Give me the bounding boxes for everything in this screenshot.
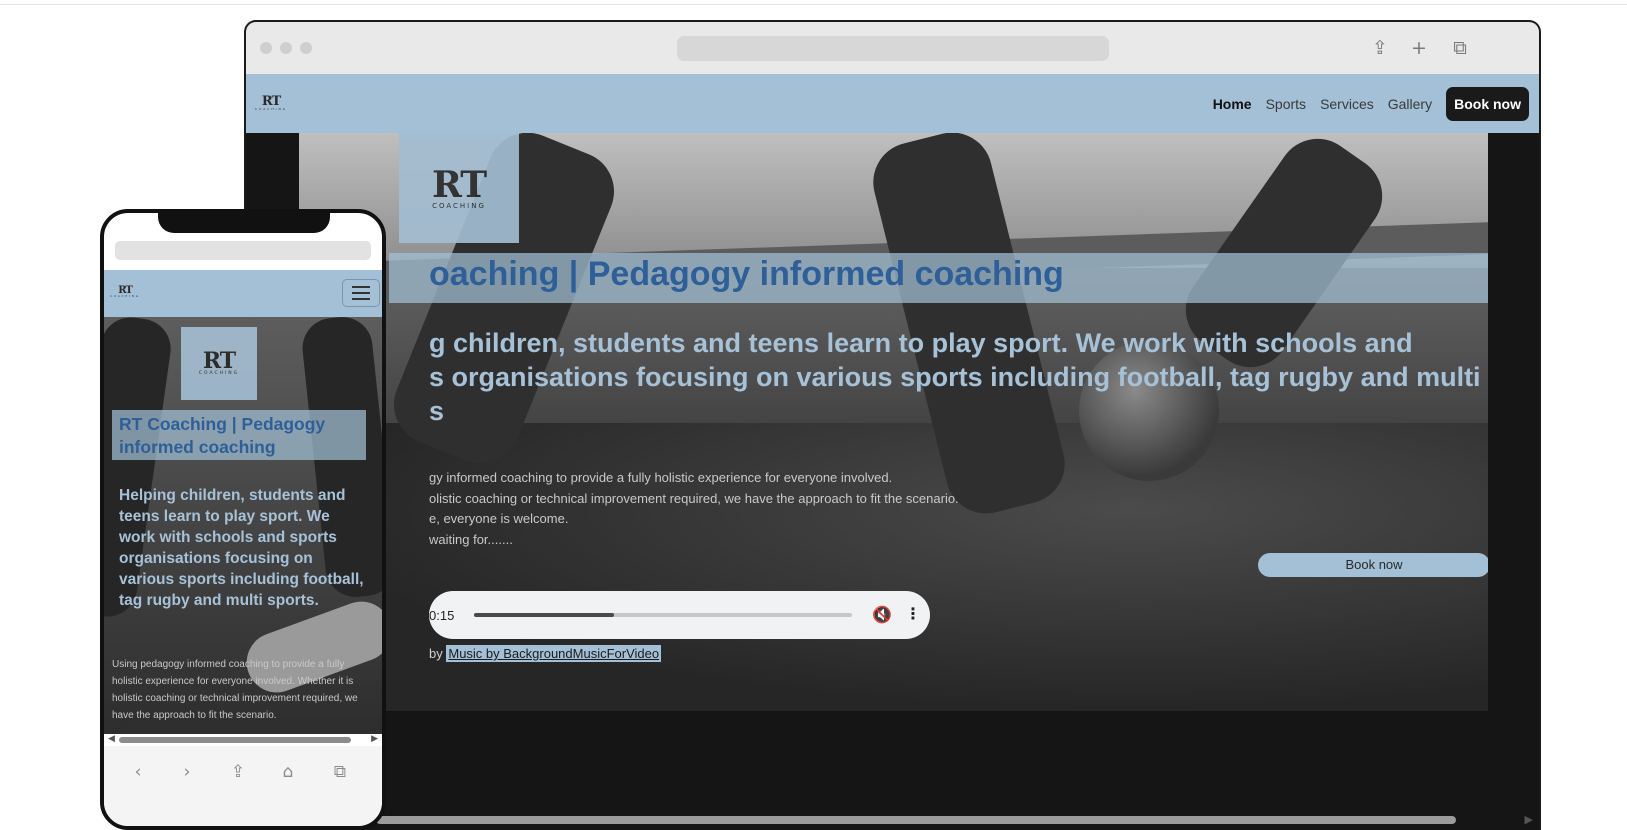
audio-player[interactable]: 0:15 🔇 ⋮	[429, 591, 930, 639]
hero-paragraph-line: e, everyone is welcome.	[429, 511, 569, 526]
horizontal-scrollbar[interactable]	[376, 816, 1456, 824]
phone-hero-title: RT Coaching | Pedagogy informed coaching	[119, 414, 326, 457]
new-tab-icon[interactable]: +	[1407, 36, 1431, 60]
phone-hero-section: RT COACHING RT Coaching | Pedagogy infor…	[104, 317, 382, 737]
scroll-left-arrow-icon[interactable]: ◀	[108, 734, 115, 744]
site-logo[interactable]: RT COACHING	[254, 92, 288, 114]
forward-icon[interactable]: ›	[175, 762, 199, 782]
phone-hero-logo-initials: RT	[202, 348, 236, 375]
hero-paragraph-line: waiting for.......	[429, 531, 513, 547]
hero-section: RT COACHING oaching | Pedagogy informed …	[299, 133, 1488, 711]
close-dot-icon[interactable]	[260, 42, 272, 54]
minimize-dot-icon[interactable]	[280, 42, 292, 54]
phone-notch	[158, 213, 330, 233]
nav-home[interactable]: Home	[1213, 96, 1252, 112]
hamburger-menu-icon[interactable]	[342, 279, 380, 307]
hero-logo-initials: RT	[431, 163, 487, 206]
desktop-browser-mockup: ⇪ + ⧉ RT COACHING Home Sports Services G…	[244, 20, 1541, 830]
nav-gallery[interactable]: Gallery	[1388, 96, 1432, 112]
audio-progress-fill	[474, 613, 614, 617]
phone-logo-subtitle: COACHING	[110, 294, 140, 298]
share-icon[interactable]: ⇪	[1368, 36, 1392, 60]
nav-sports[interactable]: Sports	[1266, 96, 1306, 112]
hero-paragraph-line: gy informed coaching to provide a fully …	[429, 470, 893, 485]
phone-site-logo[interactable]: RT COACHING	[110, 283, 140, 301]
phone-hero-logo: RT COACHING	[181, 327, 257, 400]
music-credit-prefix: by	[429, 646, 443, 661]
hero-paragraph: gy informed coaching to provide a fully …	[429, 468, 959, 550]
audio-progress-track[interactable]	[474, 613, 852, 617]
hero-logo: RT COACHING	[399, 133, 519, 243]
audio-time: 0:15	[429, 607, 455, 623]
hero-paragraph-line: olistic coaching or technical improvemen…	[429, 490, 959, 506]
maximize-dot-icon[interactable]	[300, 42, 312, 54]
hero-intro-line: s	[429, 396, 445, 426]
audio-more-options-icon[interactable]: ⋮	[905, 604, 921, 623]
nav-book-now-button[interactable]: Book now	[1446, 86, 1529, 121]
phone-mockup: RT COACHING RT COACHING RT Coaching | Pe…	[100, 209, 386, 830]
phone-horizontal-scrollbar[interactable]: ◀ ▶	[104, 734, 382, 746]
phone-scroll-thumb[interactable]	[119, 737, 351, 743]
music-credit-link[interactable]: Music by BackgroundMusicForVideo	[446, 645, 662, 662]
hero-intro-line: g children, students and teens learn to …	[429, 328, 1413, 358]
site-navbar: RT COACHING Home Sports Services Gallery…	[246, 74, 1539, 133]
phone-browser-toolbar: ‹ › ⇪ ⌂ ⧉	[104, 746, 382, 826]
tabs-icon[interactable]: ⧉	[1448, 36, 1472, 60]
hero-title: oaching | Pedagogy informed coaching	[429, 255, 1064, 293]
scroll-right-arrow-icon[interactable]: ▶	[1525, 813, 1533, 826]
music-credit: by Music by BackgroundMusicForVideo	[429, 645, 662, 662]
hero-book-now-button[interactable]: Book now	[1258, 553, 1488, 577]
back-icon[interactable]: ‹	[126, 762, 150, 782]
nav-services[interactable]: Services	[1320, 96, 1374, 112]
page-top-divider	[0, 0, 1627, 5]
phone-hero-paragraph: Using pedagogy informed coaching to prov…	[112, 659, 358, 721]
audio-muted-icon[interactable]: 🔇	[872, 605, 892, 624]
hero-intro: g children, students and teens learn to …	[429, 326, 1488, 428]
phone-hero-intro: Helping children, students and teens lea…	[119, 487, 364, 609]
phone-hero-logo-subtitle: COACHING	[198, 371, 240, 377]
tabs-icon[interactable]: ⧉	[328, 762, 352, 782]
bookmarks-icon[interactable]: ⌂	[276, 762, 300, 782]
logo-subtitle: COACHING	[254, 107, 288, 111]
phone-navbar: RT COACHING	[104, 270, 382, 317]
nav-links: Home Sports Services Gallery Book now	[1213, 74, 1529, 133]
phone-address-bar[interactable]	[115, 241, 371, 260]
hero-intro-line: s organisations focusing on various spor…	[429, 362, 1481, 392]
scroll-right-arrow-icon[interactable]: ▶	[371, 734, 378, 744]
hero-logo-subtitle: COACHING	[432, 201, 486, 210]
desktop-browser-chrome: ⇪ + ⧉	[246, 22, 1539, 74]
share-icon[interactable]: ⇪	[226, 762, 250, 782]
address-bar[interactable]	[677, 36, 1109, 61]
